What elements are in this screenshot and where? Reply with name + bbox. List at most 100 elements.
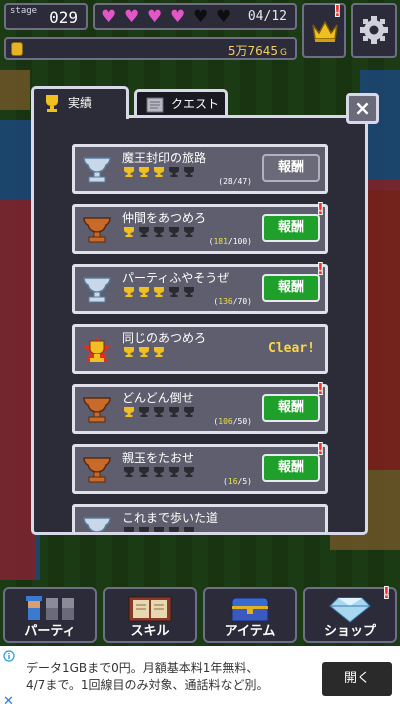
reward-button[interactable]: 報酬	[262, 394, 320, 422]
reward-button[interactable]: 報酬	[262, 154, 320, 182]
cup-empty-icon	[169, 527, 179, 532]
heart-icon: ♥	[101, 7, 117, 27]
cup-earned-icon	[124, 347, 134, 357]
cup-empty-icon	[139, 407, 149, 417]
cup-empty-icon	[124, 527, 134, 532]
nav-party-label: パーティ	[24, 624, 76, 639]
ad-open-button[interactable]: 開く	[322, 662, 392, 696]
gold-trophy-icon	[82, 337, 112, 363]
alert-icon: !	[317, 200, 324, 218]
achievement-title: これまで歩いた道	[122, 511, 219, 525]
clear-label: Clear!	[268, 341, 315, 356]
gold-coin-icon	[11, 42, 23, 56]
silver-trophy-icon	[83, 157, 111, 183]
cup-empty-icon	[184, 407, 194, 417]
achievement-cups	[122, 346, 166, 358]
nav-skill-button[interactable]: スキル	[103, 587, 197, 643]
ad-close-icon[interactable]: ✕	[3, 694, 14, 709]
cup-empty-icon	[169, 227, 179, 237]
cup-empty-icon	[139, 527, 149, 532]
achievement-cups	[122, 286, 196, 298]
achievement-card: 仲間をあつめろ (181/100) 報酬!	[72, 200, 328, 254]
heart-icon: ♥	[170, 7, 186, 27]
cup-earned-icon	[124, 227, 134, 237]
tab-achievements[interactable]: 実績	[31, 86, 129, 119]
nav-item-button[interactable]: アイテム	[203, 587, 297, 643]
cup-empty-icon	[124, 467, 134, 477]
cup-earned-icon	[139, 287, 149, 297]
cup-empty-icon	[154, 227, 164, 237]
cup-earned-icon	[124, 167, 134, 177]
cup-empty-icon	[184, 227, 194, 237]
achievement-title: どんどん倒せ	[122, 391, 194, 405]
alert-icon: !	[383, 584, 390, 602]
gold-display: 5万7645 G	[4, 37, 297, 60]
achievement-cups	[122, 406, 196, 418]
achievement-title: パーティふやそうぜ	[122, 271, 230, 285]
cup-earned-icon	[154, 287, 164, 297]
reward-button[interactable]: 報酬	[262, 214, 320, 242]
cup-empty-icon	[169, 287, 179, 297]
cup-empty-icon	[154, 527, 164, 532]
achievement-progress: (181/100)	[208, 237, 252, 246]
cup-earned-icon	[154, 347, 164, 357]
achievement-title: 仲間をあつめろ	[122, 211, 207, 225]
alert-icon: !	[334, 2, 341, 20]
bronze-trophy-icon	[83, 217, 111, 243]
nav-skill-label: スキル	[130, 624, 170, 639]
cup-earned-icon	[139, 167, 149, 177]
achievement-card: 同じのあつめろ Clear!	[72, 324, 328, 374]
reward-button[interactable]: 報酬	[262, 454, 320, 482]
cup-empty-icon	[184, 287, 194, 297]
ad-banner[interactable]: ✕ データ1GBまで0円。月額基本料1年無料、 4/7まで。1回線目のみ対象、通…	[0, 646, 400, 710]
stage-number: 029	[49, 8, 78, 27]
cup-earned-icon	[139, 347, 149, 357]
achievement-cups	[122, 526, 196, 532]
ad-info-icon[interactable]	[3, 650, 15, 662]
cup-empty-icon	[169, 167, 179, 177]
tab-quest[interactable]: クエスト	[134, 89, 228, 116]
gold-value: 5万7645 G	[227, 44, 287, 58]
top-status-bar: stage 029 ♥ ♥ ♥ ♥ ♥ ♥ 04/12 5万7645 G !	[0, 0, 400, 64]
achievements-panel: 魔王封印の旅路 (28/47) 報酬 仲間をあつめろ (181/100) 報酬 …	[31, 115, 368, 535]
cup-empty-icon	[154, 467, 164, 477]
stage-indicator: stage 029	[4, 3, 88, 30]
achievement-progress: (106/50)	[213, 417, 252, 426]
bronze-trophy-icon	[83, 397, 111, 423]
cup-earned-icon	[154, 167, 164, 177]
cup-empty-icon	[169, 407, 179, 417]
ranking-crown-button[interactable]: !	[302, 3, 346, 58]
hp-count: 04/12	[247, 9, 287, 24]
nav-party-button[interactable]: パーティ	[3, 587, 97, 643]
cup-empty-icon	[154, 407, 164, 417]
cup-earned-icon	[124, 287, 134, 297]
achievement-card: 魔王封印の旅路 (28/47) 報酬	[72, 144, 328, 194]
heart-icon: ♥	[147, 7, 163, 27]
tab-achievements-label: 実績	[68, 96, 93, 110]
achievement-progress: (16/5)	[223, 477, 252, 486]
trophy-icon	[46, 95, 58, 112]
achievement-title: 親玉をたおせ	[122, 451, 195, 465]
cup-empty-icon	[139, 227, 149, 237]
bottom-navigation: パーティ スキル アイテム ! ショップ	[0, 585, 400, 645]
achievement-cups	[122, 226, 196, 238]
heart-empty-icon: ♥	[216, 7, 232, 27]
achievement-cups	[122, 466, 196, 478]
silver-trophy-icon	[83, 517, 111, 532]
achievement-title: 同じのあつめろ	[122, 331, 207, 345]
cup-empty-icon	[184, 467, 194, 477]
gear-icon	[360, 16, 388, 44]
close-button[interactable]: ×	[346, 93, 379, 124]
achievement-card: これまで歩いた道	[72, 504, 328, 532]
cup-empty-icon	[139, 467, 149, 477]
nav-item-label: アイテム	[224, 624, 276, 639]
heart-empty-icon: ♥	[193, 7, 209, 27]
settings-button[interactable]	[351, 3, 397, 58]
alert-icon: !	[317, 440, 324, 458]
reward-button[interactable]: 報酬	[262, 274, 320, 302]
silver-trophy-icon	[83, 277, 111, 303]
cup-empty-icon	[169, 467, 179, 477]
nav-shop-button[interactable]: ! ショップ	[303, 584, 397, 643]
bronze-trophy-icon	[83, 457, 111, 483]
achievement-card: 親玉をたおせ (16/5) 報酬!	[72, 440, 328, 494]
